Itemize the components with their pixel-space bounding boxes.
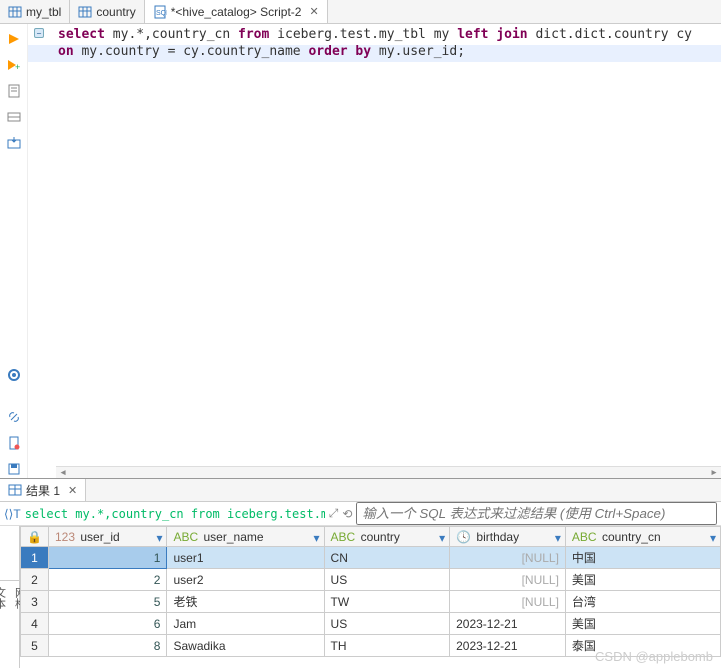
- cell-user-id[interactable]: 1: [49, 547, 167, 569]
- cell-country[interactable]: US: [324, 569, 450, 591]
- rownum-header: 🔒: [21, 527, 49, 547]
- settings-button[interactable]: [5, 366, 23, 384]
- cell-user-name[interactable]: user2: [167, 569, 324, 591]
- export-button[interactable]: [5, 134, 23, 152]
- cell-birthday[interactable]: [NULL]: [450, 569, 566, 591]
- cell-country-cn[interactable]: 美国: [565, 613, 720, 635]
- main-area: + − select my.*,country_cn from iceberg.…: [0, 24, 721, 478]
- col-birthday[interactable]: 🕓 birthday▾: [450, 527, 566, 547]
- cell-country[interactable]: TW: [324, 591, 450, 613]
- rownum-cell[interactable]: 2: [21, 569, 49, 591]
- cell-birthday[interactable]: [NULL]: [450, 591, 566, 613]
- tab-label: country: [96, 5, 135, 19]
- cell-user-name[interactable]: Sawadika: [167, 635, 324, 657]
- fold-icon[interactable]: −: [34, 28, 44, 38]
- applied-sql: select my.*,country_cn from iceberg.test…: [25, 507, 325, 521]
- table-icon: [78, 5, 92, 19]
- close-icon[interactable]: ✕: [309, 5, 318, 18]
- results-tabstrip: 结果 1 ✕: [0, 478, 721, 502]
- fold-gutter: −: [34, 28, 44, 38]
- table-row[interactable]: 46JamUS2023-12-21美国: [21, 613, 721, 635]
- close-icon[interactable]: ✕: [68, 484, 77, 497]
- col-country[interactable]: ABC country▾: [324, 527, 450, 547]
- watermark: CSDN @applebomb: [595, 649, 713, 664]
- script-button[interactable]: [5, 82, 23, 100]
- cell-user-name[interactable]: user1: [167, 547, 324, 569]
- cell-user-name[interactable]: Jam: [167, 613, 324, 635]
- cell-country-cn[interactable]: 美国: [565, 569, 720, 591]
- cell-user-id[interactable]: 8: [49, 635, 167, 657]
- cell-user-id[interactable]: 5: [49, 591, 167, 613]
- clock-icon: 🕓: [456, 530, 471, 544]
- table-icon: [8, 5, 22, 19]
- sort-icon[interactable]: ▾: [314, 531, 320, 545]
- cell-user-id[interactable]: 2: [49, 569, 167, 591]
- editor-scrollbar[interactable]: ◂ ▸: [56, 466, 721, 478]
- rownum-cell[interactable]: 5: [21, 635, 49, 657]
- run-button[interactable]: [5, 30, 23, 48]
- cell-birthday[interactable]: 2023-12-21: [450, 613, 566, 635]
- results-tab-label: 结果 1: [26, 482, 60, 499]
- table-row[interactable]: 22user2US[NULL]美国: [21, 569, 721, 591]
- lock-icon: 🔒: [27, 530, 42, 544]
- svg-text:+: +: [15, 62, 20, 72]
- tab-country[interactable]: country: [70, 0, 144, 23]
- sort-icon[interactable]: ▾: [710, 531, 716, 545]
- run-plus-button[interactable]: +: [5, 56, 23, 74]
- tab-my-tbl[interactable]: my_tbl: [0, 0, 70, 23]
- file-button[interactable]: [5, 434, 23, 452]
- scroll-left-icon[interactable]: ◂: [56, 467, 70, 478]
- result-view-tabs: 网格 文本: [0, 526, 20, 668]
- rownum-cell[interactable]: 1: [21, 547, 49, 569]
- rownum-cell[interactable]: 4: [21, 613, 49, 635]
- cell-birthday[interactable]: 2023-12-21: [450, 635, 566, 657]
- sql-script-icon: SQL: [153, 5, 167, 19]
- grid-icon: [8, 483, 22, 497]
- link-button[interactable]: [5, 408, 23, 426]
- refresh-icon[interactable]: ⟲: [342, 507, 352, 521]
- cell-country-cn[interactable]: 中国: [565, 547, 720, 569]
- tab-script2[interactable]: SQL *<hive_catalog> Script-2 ✕: [145, 0, 328, 23]
- table-row[interactable]: 11user1CN[NULL]中国: [21, 547, 721, 569]
- sql-editor[interactable]: − select my.*,country_cn from iceberg.te…: [28, 24, 721, 478]
- cell-user-id[interactable]: 6: [49, 613, 167, 635]
- expand-icon[interactable]: ⤢: [329, 506, 339, 521]
- cell-country[interactable]: US: [324, 613, 450, 635]
- col-country-cn[interactable]: ABC country_cn▾: [565, 527, 720, 547]
- editor-tabs: my_tbl country SQL *<hive_catalog> Scrip…: [0, 0, 721, 24]
- code-content: select my.*,country_cn from iceberg.test…: [58, 26, 721, 60]
- cell-country[interactable]: CN: [324, 547, 450, 569]
- filter-row: ⟨⟩T select my.*,country_cn from iceberg.…: [0, 502, 721, 526]
- sort-icon[interactable]: ▾: [156, 531, 162, 545]
- table-row[interactable]: 35老铁TW[NULL]台湾: [21, 591, 721, 613]
- cell-birthday[interactable]: [NULL]: [450, 547, 566, 569]
- col-user-id[interactable]: 123 user_id▾: [49, 527, 167, 547]
- svg-text:SQL: SQL: [156, 10, 167, 17]
- cell-user-name[interactable]: 老铁: [167, 591, 324, 613]
- scroll-right-icon[interactable]: ▸: [707, 467, 721, 478]
- tab-label: *<hive_catalog> Script-2: [171, 5, 302, 19]
- cell-country-cn[interactable]: 台湾: [565, 591, 720, 613]
- sort-icon[interactable]: ▾: [439, 531, 445, 545]
- results-grid-wrap: 网格 文本 🔒 123 user_id▾ ABC user_name▾ ABC …: [0, 526, 721, 668]
- rownum-cell[interactable]: 3: [21, 591, 49, 613]
- filter-input[interactable]: [356, 502, 717, 525]
- save-button[interactable]: [5, 460, 23, 478]
- sort-icon[interactable]: ▾: [555, 531, 561, 545]
- results-tab-1[interactable]: 结果 1 ✕: [0, 479, 86, 501]
- col-user-name[interactable]: ABC user_name▾: [167, 527, 324, 547]
- cell-country[interactable]: TH: [324, 635, 450, 657]
- results-grid[interactable]: 🔒 123 user_id▾ ABC user_name▾ ABC countr…: [20, 526, 721, 668]
- explain-button[interactable]: [5, 108, 23, 126]
- sql-chip-icon[interactable]: ⟨⟩T: [4, 507, 21, 521]
- vtab-text[interactable]: 文本: [0, 580, 10, 615]
- left-toolbar: +: [0, 24, 28, 478]
- tab-label: my_tbl: [26, 5, 61, 19]
